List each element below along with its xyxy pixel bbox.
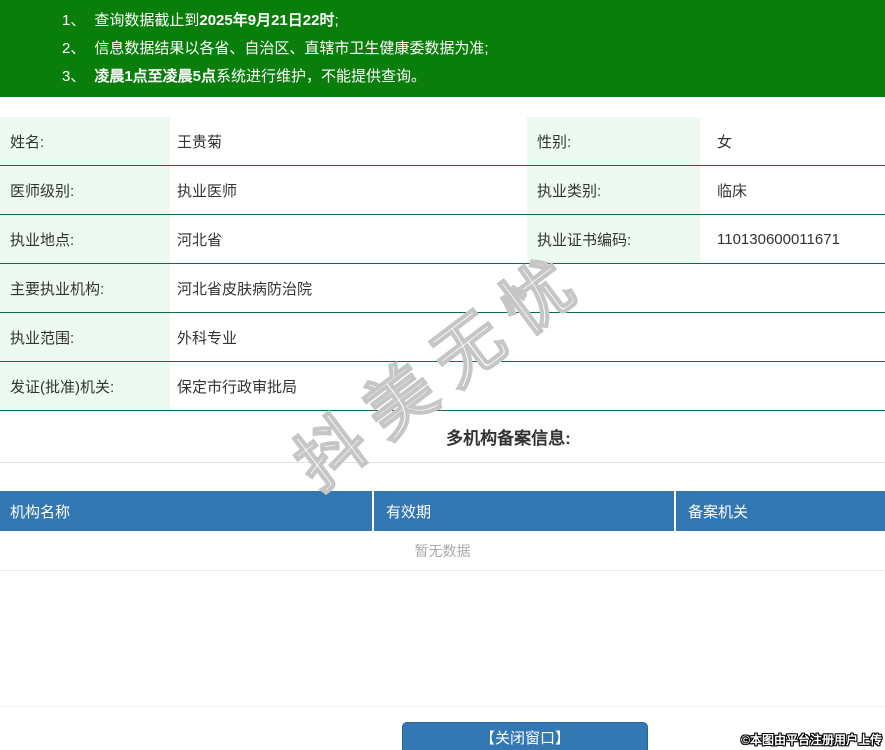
table-row: 执业地点: 河北省 执业证书编码: 110130600011671: [0, 215, 885, 264]
field-label-gender: 性别:: [527, 117, 700, 165]
upload-credit-watermark: ©本图由平台注册用户上传: [741, 733, 882, 747]
field-label-certificate-no: 执业证书编码:: [527, 215, 700, 263]
notice-number: 2、: [62, 40, 86, 57]
table-row: 主要执业机构: 河北省皮肤病防治院: [0, 264, 885, 313]
notice-text-bold: 2025年9月21日22时: [199, 12, 335, 29]
field-label-practice-category: 执业类别:: [527, 166, 700, 214]
field-value-gender: 女: [717, 133, 733, 151]
notice-line-3: 3、 凌晨1点至凌晨5点系统进行维护，不能提供查询。: [62, 63, 875, 91]
notice-text: 系统进行维护，不能提供查询。: [216, 68, 427, 85]
table-row: 执业范围: 外科专业: [0, 313, 885, 362]
practitioner-info-table: 姓名: 王贵菊 性别: 女 医师级别: 执业医师 执业类别: 临床 执业地点: …: [0, 117, 885, 411]
column-header-filing-authority: 备案机关: [674, 491, 885, 531]
field-value-practice-scope: 外科专业: [177, 329, 238, 347]
field-label-main-institution: 主要执业机构:: [0, 264, 170, 312]
doctor-license-query-result-page: 1、 查询数据截止到2025年9月21日22时; 2、 信息数据结果以各省、自治区、…: [0, 0, 885, 750]
table-row: 姓名: 王贵菊 性别: 女: [0, 117, 885, 166]
field-value-issuing-authority: 保定市行政审批局: [177, 378, 298, 396]
filing-table-header: 机构名称 有效期 备案机关: [0, 491, 885, 531]
divider: [0, 706, 885, 707]
column-header-validity-period: 有效期: [372, 491, 674, 531]
field-value-name: 王贵菊: [177, 133, 223, 151]
field-label-issuing-authority: 发证(批准)机关:: [0, 362, 170, 410]
close-window-button[interactable]: 【关闭窗口】: [402, 722, 648, 750]
notice-line-2: 2、 信息数据结果以各省、自治区、直辖市卫生健康委数据为准;: [62, 35, 875, 63]
notice-text-bold: 凌晨1点至凌晨5点: [94, 68, 217, 85]
notice-number: 3、: [62, 68, 86, 85]
field-value-certificate-no: 110130600011671: [717, 230, 840, 248]
field-value-doctor-level: 执业医师: [177, 182, 238, 200]
notice-banner: 1、 查询数据截止到2025年9月21日22时; 2、 信息数据结果以各省、自治区、…: [0, 0, 885, 97]
table-row: 发证(批准)机关: 保定市行政审批局: [0, 362, 885, 411]
empty-data-text: 暂无数据: [414, 542, 471, 559]
field-label-practice-scope: 执业范围:: [0, 313, 170, 361]
filing-section-title-row: 多机构备案信息:: [0, 411, 885, 463]
notice-line-1: 1、 查询数据截止到2025年9月21日22时;: [62, 7, 875, 35]
notice-number: 1、: [62, 12, 86, 29]
filing-table-empty-state: 暂无数据: [0, 531, 885, 571]
notice-text: 查询数据截止到: [94, 12, 200, 29]
field-value-practice-location: 河北省: [177, 231, 223, 249]
field-label-doctor-level: 医师级别:: [0, 166, 170, 214]
notice-text: 信息数据结果以各省、自治区、直辖市卫生健康委数据为准;: [94, 40, 489, 57]
column-header-institution-name: 机构名称: [10, 503, 71, 521]
table-row: 医师级别: 执业医师 执业类别: 临床: [0, 166, 885, 215]
notice-text: ;: [334, 12, 339, 29]
filing-section-title: 多机构备案信息:: [446, 429, 571, 448]
field-label-name: 姓名:: [0, 117, 170, 165]
field-value-main-institution: 河北省皮肤病防治院: [177, 280, 313, 298]
field-label-practice-location: 执业地点:: [0, 215, 170, 263]
field-value-practice-category: 临床: [717, 182, 748, 200]
